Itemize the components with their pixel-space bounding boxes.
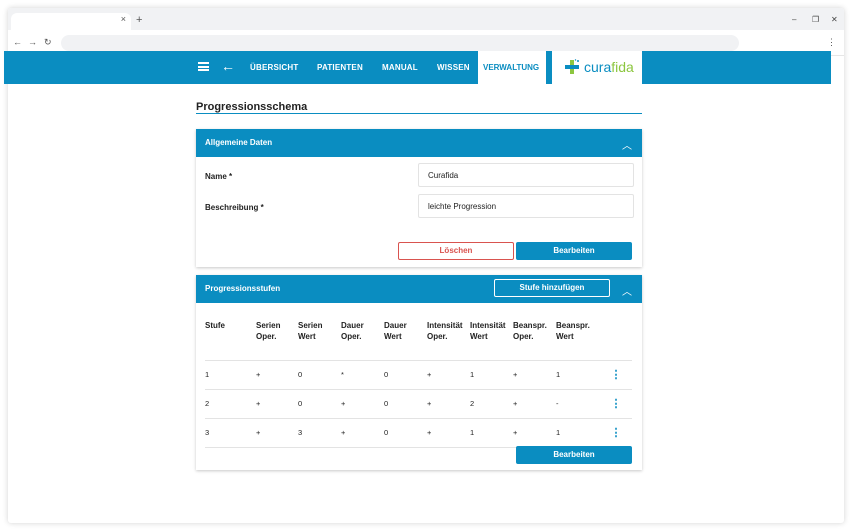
column-header: Dauer Wert	[384, 321, 407, 341]
stages-table: Stufe Serien Oper. Serien Wert Dauer Oper. …	[205, 320, 632, 448]
table-cell: +	[256, 388, 298, 418]
browser-back-icon[interactable]: ←	[13, 37, 22, 47]
column-header: Stufe	[205, 321, 225, 330]
delete-button[interactable]: Löschen	[398, 242, 514, 260]
logo-text: curafida	[584, 59, 634, 75]
column-header: Serien Oper.	[256, 321, 281, 341]
progression-stages-card: Progressionsstufen Stufe hinzufügen ︿ St…	[196, 275, 642, 470]
edit-general-button[interactable]: Bearbeiten	[516, 242, 632, 260]
logo-cross-icon	[565, 59, 579, 74]
nav-administration[interactable]: VERWALTUNG	[478, 51, 546, 84]
column-header: Beanspr. Oper.	[513, 321, 547, 341]
progression-stages-title: Progressionsstufen	[205, 284, 281, 293]
table-cell: 0	[384, 359, 427, 389]
table-cell: 1	[556, 359, 600, 389]
table-header-row: Stufe Serien Oper. Serien Wert Dauer Oper. …	[205, 320, 632, 360]
column-header: Intensität Wert	[470, 321, 506, 341]
nav-administration-label: VERWALTUNG	[483, 63, 540, 72]
column-header: Dauer Oper.	[341, 321, 364, 341]
general-data-title: Allgemeine Daten	[205, 138, 273, 147]
row-menu-icon[interactable]: ⋮	[600, 388, 632, 418]
row-menu-icon[interactable]: ⋮	[600, 417, 632, 447]
table-cell: +	[256, 359, 298, 389]
window-close-icon[interactable]: ✕	[831, 15, 838, 24]
table-cell: +	[256, 417, 298, 447]
column-header: Serien Wert	[298, 321, 323, 341]
minimize-icon[interactable]: –	[792, 15, 796, 24]
table-cell: 0	[298, 359, 341, 389]
restore-icon[interactable]: ❐	[812, 15, 819, 24]
address-bar[interactable]	[61, 35, 739, 51]
name-label: Name *	[205, 172, 233, 181]
table-cell: -	[556, 388, 600, 418]
reload-icon[interactable]: ↻	[44, 37, 52, 48]
browser-tabbar: × + – ❐ ✕	[8, 8, 844, 30]
table-cell: 1	[556, 417, 600, 447]
description-field[interactable]: leichte Progression	[418, 194, 634, 218]
table-cell: 0	[298, 388, 341, 418]
table-cell: *	[341, 359, 384, 389]
table-cell: 2	[470, 388, 513, 418]
column-header: Beanspr. Wert	[556, 321, 590, 341]
column-header-actions	[600, 320, 632, 360]
chevron-up-icon[interactable]: ︿	[622, 283, 632, 298]
curafida-logo[interactable]: curafida	[552, 51, 642, 84]
table-row: 3 + 3 + 0 + 1 + 1 ⋮	[205, 417, 632, 447]
general-data-header[interactable]: Allgemeine Daten ︿	[196, 129, 642, 157]
row-menu-icon[interactable]: ⋮	[600, 359, 632, 389]
nav-overview[interactable]: ÜBERSICHT	[250, 63, 298, 72]
table-cell: +	[427, 359, 470, 389]
browser-menu-icon[interactable]: ⋮	[827, 37, 836, 48]
browser-forward-icon[interactable]: →	[28, 37, 37, 47]
general-data-card: Allgemeine Daten ︿ Name * Curafida Besch…	[196, 129, 642, 267]
table-cell: 1	[470, 359, 513, 389]
progression-stages-header[interactable]: Progressionsstufen Stufe hinzufügen ︿	[196, 275, 642, 303]
chevron-up-icon[interactable]: ︿	[622, 137, 632, 152]
browser-tab[interactable]: ×	[11, 13, 131, 30]
table-cell: +	[427, 417, 470, 447]
app-header: ← ÜBERSICHT PATIENTEN MANUAL WISSEN VERW…	[4, 51, 831, 84]
table-row: 2 + 0 + 0 + 2 + - ⋮	[205, 388, 632, 418]
table-cell: +	[513, 417, 556, 447]
name-field[interactable]: Curafida	[418, 163, 634, 187]
back-arrow-icon[interactable]: ←	[221, 58, 235, 74]
table-cell: 2	[205, 388, 256, 418]
edit-stages-button[interactable]: Bearbeiten	[516, 446, 632, 464]
page-title: Progressionsschema	[196, 101, 308, 113]
table-cell: +	[427, 388, 470, 418]
table-cell: 1	[470, 417, 513, 447]
table-cell: 3	[205, 417, 256, 447]
table-row: 1 + 0 * 0 + 1 + 1 ⋮	[205, 359, 632, 389]
table-cell: 0	[384, 417, 427, 447]
table-cell: 3	[298, 417, 341, 447]
table-cell: +	[341, 417, 384, 447]
add-stage-button[interactable]: Stufe hinzufügen	[494, 279, 610, 297]
column-header: Intensität Oper.	[427, 321, 463, 341]
table-cell: 1	[205, 359, 256, 389]
tab-close-icon[interactable]: ×	[121, 14, 126, 24]
nav-patients[interactable]: PATIENTEN	[317, 63, 363, 72]
table-cell: +	[513, 359, 556, 389]
table-cell: +	[513, 388, 556, 418]
title-divider	[196, 113, 642, 114]
nav-manual[interactable]: MANUAL	[382, 63, 418, 72]
table-cell: 0	[384, 388, 427, 418]
new-tab-icon[interactable]: +	[136, 14, 142, 26]
hamburger-menu-icon[interactable]	[198, 62, 209, 71]
table-cell: +	[341, 388, 384, 418]
description-label: Beschreibung *	[205, 203, 264, 212]
nav-knowledge[interactable]: WISSEN	[437, 63, 470, 72]
